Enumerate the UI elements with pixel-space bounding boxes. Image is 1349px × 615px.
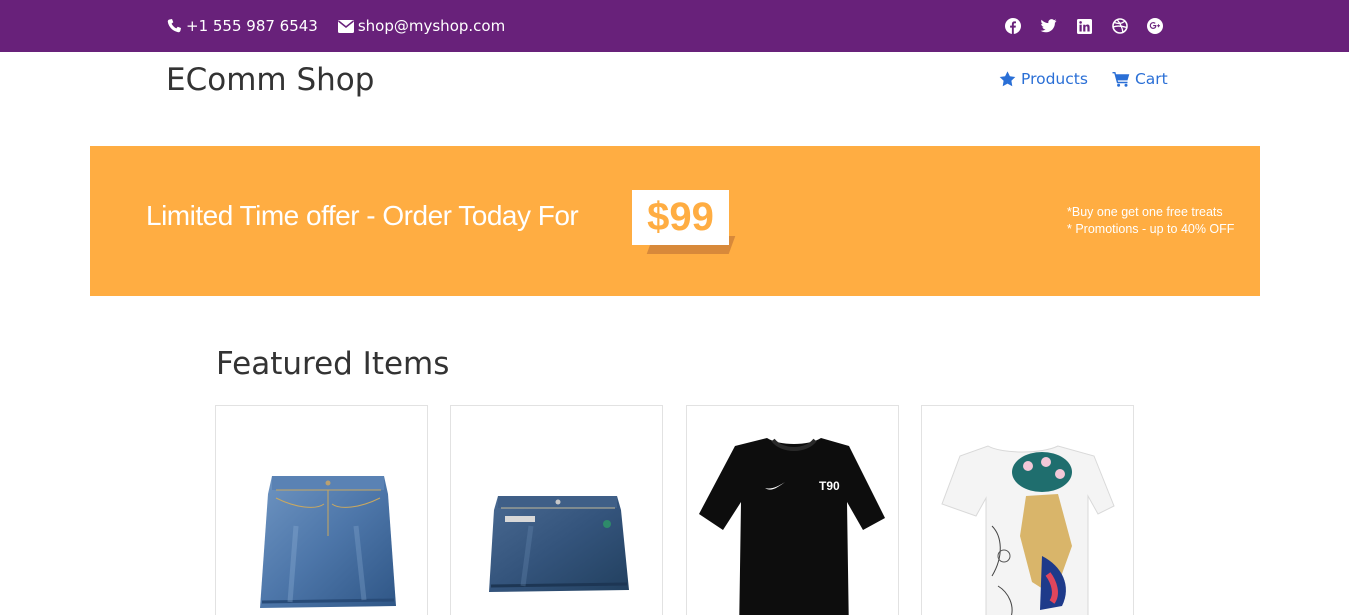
nav-cart[interactable]: Cart xyxy=(1112,70,1168,88)
brand-logo[interactable]: EComm Shop xyxy=(166,62,374,98)
promo-note: *Buy one get one free treats xyxy=(1067,205,1223,219)
white-printed-tshirt-image xyxy=(941,445,1115,615)
product-card[interactable] xyxy=(921,405,1134,615)
email-contact[interactable]: shop@myshop.com xyxy=(337,17,506,35)
phone-contact[interactable]: +1 555 987 6543 xyxy=(166,17,318,35)
product-card[interactable] xyxy=(215,405,428,615)
phone-icon xyxy=(167,19,181,33)
price-tag: $99 xyxy=(632,190,736,254)
promo-notes: *Buy one get one free treats * Promotion… xyxy=(1067,204,1234,238)
product-card[interactable]: T90 xyxy=(686,405,899,615)
promo-price: $99 xyxy=(632,190,729,245)
twitter-icon[interactable] xyxy=(1040,17,1058,35)
phone-number: +1 555 987 6543 xyxy=(186,17,318,35)
promo-headline: Limited Time offer - Order Today For xyxy=(146,200,579,231)
promo-banner[interactable]: Limited Time offer - Order Today For $99… xyxy=(90,146,1260,296)
email-address: shop@myshop.com xyxy=(357,17,506,35)
denim-skirt-light-image xyxy=(260,476,396,608)
social-links xyxy=(1004,17,1182,35)
google-plus-icon[interactable] xyxy=(1146,17,1164,35)
featured-items-heading: Featured Items xyxy=(216,346,450,382)
cart-icon xyxy=(1112,72,1130,87)
black-tshirt-t90-image: T90 xyxy=(699,438,885,615)
nav-cart-label: Cart xyxy=(1134,70,1168,88)
linkedin-icon[interactable] xyxy=(1075,17,1093,35)
nav-products[interactable]: Products xyxy=(999,70,1088,88)
star-icon xyxy=(999,71,1016,87)
top-contact-bar: +1 555 987 6543 shop@myshop.com xyxy=(0,0,1349,52)
envelope-icon xyxy=(337,19,354,33)
shirt-print-text: T90 xyxy=(819,479,840,493)
denim-skirt-dark-image xyxy=(489,496,629,592)
product-card[interactable] xyxy=(450,405,663,615)
contact-info: +1 555 987 6543 shop@myshop.com xyxy=(166,0,525,52)
promo-note: * Promotions - up to 40% OFF xyxy=(1067,222,1235,236)
main-nav: Products Cart xyxy=(999,70,1192,88)
nav-products-label: Products xyxy=(1021,70,1088,88)
facebook-icon[interactable] xyxy=(1004,17,1022,35)
dribbble-icon[interactable] xyxy=(1111,17,1129,35)
